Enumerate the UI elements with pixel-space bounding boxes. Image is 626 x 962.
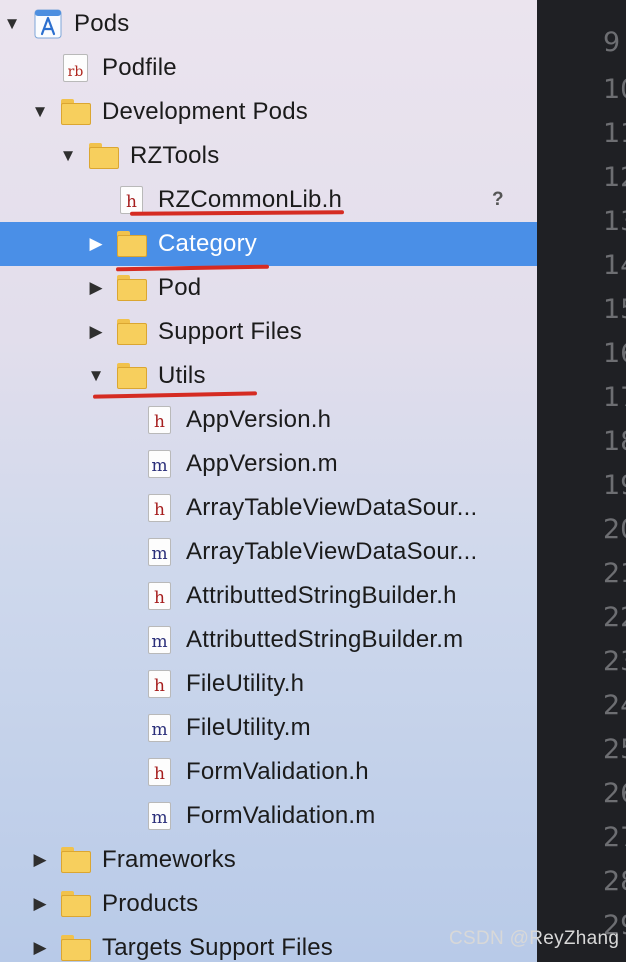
line-number: 14	[603, 250, 626, 281]
line-number: 12	[603, 162, 626, 193]
tree-label: Development Pods	[102, 98, 308, 125]
tree-label: Targets Support Files	[102, 934, 333, 961]
header-file-icon: h	[148, 486, 171, 530]
tree-label: ArrayTableViewDataSour...	[186, 538, 478, 565]
line-number: 19	[603, 470, 626, 501]
tree-label: RZTools	[130, 142, 220, 169]
tree-row-frameworks[interactable]: ▶ Frameworks	[0, 838, 537, 882]
implementation-file-icon: m	[148, 794, 171, 838]
line-number: 10	[603, 74, 626, 105]
header-file-icon: h	[148, 662, 171, 706]
disclosure-open-icon[interactable]: ▼	[29, 90, 51, 134]
tree-row-file[interactable]: m ArrayTableViewDataSour...	[0, 530, 537, 574]
tree-label: AppVersion.h	[186, 406, 332, 433]
folder-icon	[61, 838, 91, 882]
folder-icon	[117, 310, 147, 354]
line-number: 13	[603, 206, 626, 237]
tree-row-pods[interactable]: ▼ Pods	[0, 2, 537, 46]
disclosure-closed-icon[interactable]: ▶	[85, 310, 107, 354]
header-file-icon: h	[148, 750, 171, 794]
folder-icon	[61, 90, 91, 134]
watermark: CSDN @ReyZhang	[449, 928, 620, 949]
header-file-icon: h	[148, 574, 171, 618]
line-number: 24	[603, 690, 626, 721]
tree-label: Support Files	[158, 318, 302, 345]
tree-label: Frameworks	[102, 846, 237, 873]
line-number: 9	[603, 27, 621, 58]
tree-label: AttributtedStringBuilder.h	[186, 582, 457, 609]
tree-row-podfile[interactable]: rb Podfile	[0, 46, 537, 90]
tree-label: FileUtility.m	[186, 714, 311, 741]
tree-label: Products	[102, 890, 199, 917]
tree-label: AttributtedStringBuilder.m	[186, 626, 464, 653]
line-number: 23	[603, 646, 626, 677]
implementation-file-icon: m	[148, 530, 171, 574]
disclosure-closed-icon[interactable]: ▶	[29, 882, 51, 926]
disclosure-open-icon[interactable]: ▼	[85, 354, 107, 398]
tree-row-file[interactable]: h AttributtedStringBuilder.h	[0, 574, 537, 618]
disclosure-closed-icon[interactable]: ▶	[29, 838, 51, 882]
tree-row-rztools[interactable]: ▼ RZTools	[0, 134, 537, 178]
tree-row-file[interactable]: m FormValidation.m	[0, 794, 537, 838]
tree-row-file[interactable]: h FileUtility.h	[0, 662, 537, 706]
tree-row-rzcommonlib[interactable]: h RZCommonLib.h ?	[0, 178, 537, 222]
line-number: 11	[603, 118, 626, 149]
tree-label: AppVersion.m	[186, 450, 338, 477]
tree-label: ArrayTableViewDataSour...	[186, 494, 478, 521]
folder-icon	[61, 882, 91, 926]
tree-label: Category	[158, 230, 257, 257]
line-number: 18	[603, 426, 626, 457]
tree-row-file[interactable]: m FileUtility.m	[0, 706, 537, 750]
line-number: 16	[603, 338, 626, 369]
tree-row-support-files[interactable]: ▶ Support Files	[0, 310, 537, 354]
tree-label: FormValidation.h	[186, 758, 369, 785]
line-number: 22	[603, 602, 626, 633]
line-number: 25	[603, 734, 626, 765]
project-navigator: ▼ Pods rb Podfile ▼ Development Pods ▼ R…	[0, 0, 537, 962]
tree-label: Utils	[158, 362, 206, 389]
tree-row-category[interactable]: ▶ Category	[0, 222, 537, 266]
tree-row-file[interactable]: m AttributtedStringBuilder.m	[0, 618, 537, 662]
line-number: 17	[603, 382, 626, 413]
tree-label: Pods	[74, 10, 130, 37]
implementation-file-icon: m	[148, 706, 171, 750]
xcode-project-icon	[34, 2, 62, 46]
tree-row-products[interactable]: ▶ Products	[0, 882, 537, 926]
disclosure-closed-icon[interactable]: ▶	[85, 222, 107, 266]
ruby-file-icon: rb	[63, 46, 88, 90]
folder-icon	[117, 354, 147, 398]
tree-label: Pod	[158, 274, 202, 301]
tree-row-development-pods[interactable]: ▼ Development Pods	[0, 90, 537, 134]
tree-label: FormValidation.m	[186, 802, 376, 829]
implementation-file-icon: m	[148, 442, 171, 486]
folder-icon	[89, 134, 119, 178]
disclosure-open-icon[interactable]: ▼	[57, 134, 79, 178]
editor-line-gutter: 9 10 11 12 13 14 15 16 17 18 19 20 21 22…	[537, 0, 626, 962]
tree-row-file[interactable]: h AppVersion.h	[0, 398, 537, 442]
line-number: 27	[603, 822, 626, 853]
line-number: 15	[603, 294, 626, 325]
line-number: 26	[603, 778, 626, 809]
tree-label: FileUtility.h	[186, 670, 305, 697]
tree-row-file[interactable]: h ArrayTableViewDataSour...	[0, 486, 537, 530]
implementation-file-icon: m	[148, 618, 171, 662]
tree-row-file[interactable]: h FormValidation.h	[0, 750, 537, 794]
line-number: 28	[603, 866, 626, 897]
untracked-status-badge: ?	[492, 189, 504, 210]
tree-label: RZCommonLib.h	[158, 186, 342, 213]
disclosure-closed-icon[interactable]: ▶	[29, 926, 51, 962]
tree-label: Podfile	[102, 54, 177, 81]
line-number: 20	[603, 514, 626, 545]
folder-icon	[117, 222, 147, 266]
disclosure-closed-icon[interactable]: ▶	[85, 266, 107, 310]
tree-row-utils[interactable]: ▼ Utils	[0, 354, 537, 398]
tree-row-pod[interactable]: ▶ Pod	[0, 266, 537, 310]
line-number: 21	[603, 558, 626, 589]
tree-row-file[interactable]: m AppVersion.m	[0, 442, 537, 486]
header-file-icon: h	[148, 398, 171, 442]
disclosure-open-icon[interactable]: ▼	[1, 2, 23, 46]
folder-icon	[117, 266, 147, 310]
folder-icon	[61, 926, 91, 962]
